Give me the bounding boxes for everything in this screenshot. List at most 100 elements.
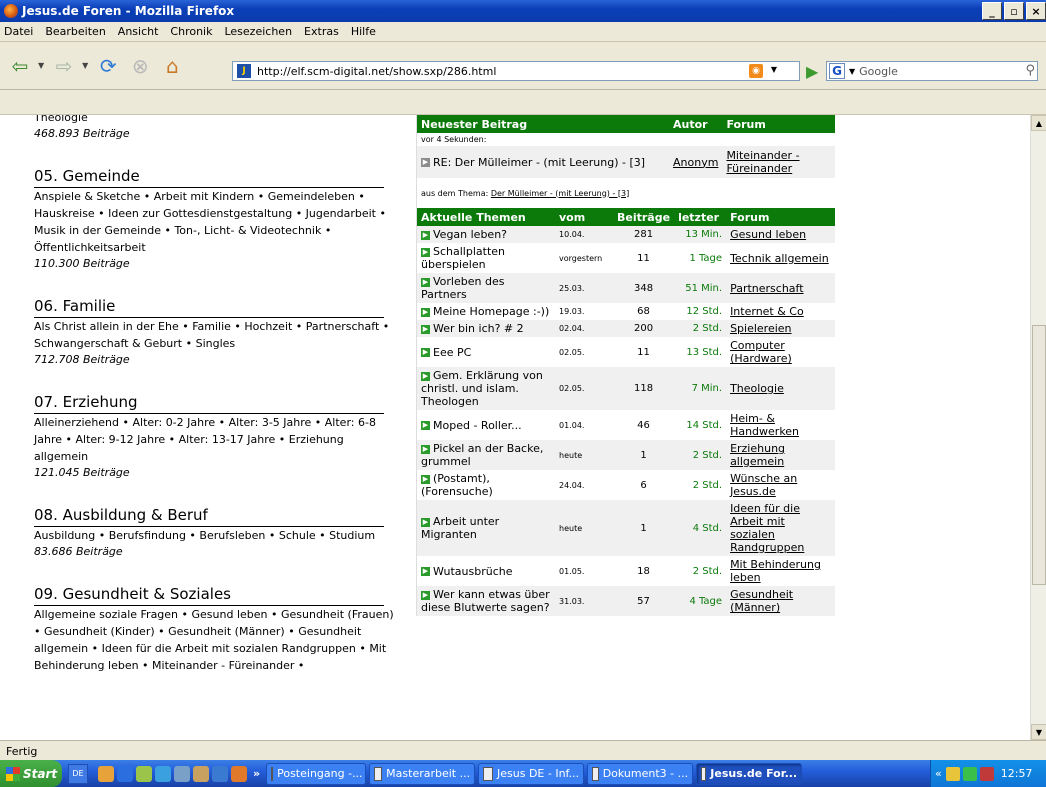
maximize-button[interactable]: ▫ bbox=[1004, 2, 1024, 20]
topic-forum[interactable]: Partnerschaft bbox=[726, 273, 835, 303]
vertical-scrollbar[interactable]: ▲ ▼ bbox=[1030, 115, 1046, 740]
url-dropdown-icon[interactable]: ▼ bbox=[771, 65, 777, 74]
table-row[interactable]: ▶ Vegan leben? 10.04. 281 13 Min. Gesund lebe… bbox=[417, 226, 835, 243]
category-title[interactable]: 08. Ausbildung & Beruf bbox=[34, 506, 384, 527]
start-button[interactable]: Start bbox=[0, 760, 62, 787]
topic-forum[interactable]: Gesund leben bbox=[726, 226, 835, 243]
newest-post-author[interactable]: Anonym bbox=[669, 146, 723, 178]
search-bar[interactable]: G ▼ Google ⚲ bbox=[826, 61, 1038, 81]
back-arrow-icon[interactable]: ⇦ bbox=[6, 52, 34, 80]
quicklaunch-app-icon[interactable] bbox=[136, 765, 152, 782]
newest-post-title[interactable]: RE: Der Mülleimer - (mit Leerung) - [3] bbox=[433, 156, 645, 169]
menu-extras[interactable]: Extras bbox=[304, 25, 339, 38]
taskbar-item-outlook[interactable]: Posteingang -... bbox=[266, 762, 367, 785]
scroll-thumb[interactable] bbox=[1032, 325, 1046, 585]
taskbar-item-word-1[interactable]: Masterarbeit ... bbox=[369, 762, 476, 785]
quicklaunch-app-icon[interactable] bbox=[117, 765, 133, 782]
table-row[interactable]: ▶ Pickel an der Backe, grummel heute 1 2 Std… bbox=[417, 440, 835, 470]
tray-security-icon[interactable] bbox=[979, 766, 994, 781]
stop-icon[interactable]: ⊗ bbox=[126, 52, 154, 80]
category-subforums[interactable]: Ausbildung • Berufsfindung • Berufsleben… bbox=[34, 527, 394, 544]
scroll-up-icon[interactable]: ▲ bbox=[1031, 115, 1046, 131]
topic-title[interactable]: Wer kann etwas über diese Blutwerte sage… bbox=[421, 588, 550, 614]
category-title[interactable]: 05. Gemeinde bbox=[34, 167, 384, 188]
topic-forum[interactable]: Technik allgemein bbox=[726, 243, 835, 273]
table-row[interactable]: ▶ Eee PC 02.05. 11 13 Std. Computer (Hardware… bbox=[417, 337, 835, 367]
tray-expand-icon[interactable]: « bbox=[935, 767, 942, 780]
home-icon[interactable]: ⌂ bbox=[158, 52, 186, 80]
quicklaunch-ie-icon[interactable] bbox=[212, 765, 228, 782]
category-title[interactable]: 09. Gesundheit & Soziales bbox=[34, 585, 384, 606]
topic-forum[interactable]: Theologie bbox=[726, 367, 835, 410]
table-row[interactable]: ▶ Arbeit unter Migranten heute 1 4 Std. Ideen… bbox=[417, 500, 835, 556]
quicklaunch-firefox-icon[interactable] bbox=[231, 765, 247, 782]
topic-title[interactable]: Wutausbrüche bbox=[433, 565, 512, 578]
rss-feed-icon[interactable]: ◉ bbox=[749, 64, 763, 78]
table-row[interactable]: ▶ Moped - Roller... 01.04. 46 14 Std. Heim- &… bbox=[417, 410, 835, 440]
topic-forum[interactable]: Heim- & Handwerken bbox=[726, 410, 835, 440]
topic-title[interactable]: Moped - Roller... bbox=[433, 419, 522, 432]
topic-forum[interactable]: Mit Behinderung leben bbox=[726, 556, 835, 586]
topic-title[interactable]: Vorleben des Partners bbox=[421, 275, 504, 301]
category-title[interactable]: 06. Familie bbox=[34, 297, 384, 318]
quicklaunch-app-icon[interactable] bbox=[174, 765, 190, 782]
category-subforums[interactable]: Anspiele & Sketche • Arbeit mit Kindern … bbox=[34, 188, 394, 256]
forward-arrow-icon[interactable]: ⇨ bbox=[50, 52, 78, 80]
topic-title[interactable]: Arbeit unter Migranten bbox=[421, 515, 499, 541]
google-engine-icon[interactable]: G bbox=[829, 63, 845, 79]
taskbar-item-word-3[interactable]: Dokument3 - ... bbox=[587, 762, 694, 785]
topic-forum[interactable]: Computer (Hardware) bbox=[726, 337, 835, 367]
table-row[interactable]: ▶ Schallplatten überspielen vorgestern 11 1 … bbox=[417, 243, 835, 273]
topic-cell[interactable]: ▶ Meine Homepage :-)) bbox=[417, 303, 555, 320]
topic-cell[interactable]: ▶ Schallplatten überspielen bbox=[417, 243, 555, 273]
topic-cell[interactable]: ▶ Moped - Roller... bbox=[417, 410, 555, 440]
topic-cell[interactable]: ▶ Vorleben des Partners bbox=[417, 273, 555, 303]
category-subforums[interactable]: Alleinerziehend • Alter: 0-2 Jahre • Alt… bbox=[34, 414, 394, 465]
search-magnifier-icon[interactable]: ⚲ bbox=[1025, 63, 1035, 78]
close-button[interactable]: × bbox=[1026, 2, 1046, 20]
menu-bearbeiten[interactable]: Bearbeiten bbox=[45, 25, 105, 38]
taskbar-item-word-2[interactable]: Jesus DE - Inf... bbox=[478, 762, 585, 785]
forward-history-dropdown-icon[interactable]: ▼ bbox=[82, 61, 88, 70]
minimize-button[interactable]: _ bbox=[982, 2, 1002, 20]
reload-icon[interactable]: ⟳ bbox=[94, 52, 122, 80]
scroll-down-icon[interactable]: ▼ bbox=[1031, 724, 1046, 740]
topic-cell[interactable]: ▶ (Postamt), (Forensuche) bbox=[417, 470, 555, 500]
topic-cell[interactable]: ▶ Pickel an der Backe, grummel bbox=[417, 440, 555, 470]
search-engine-dropdown-icon[interactable]: ▼ bbox=[849, 67, 855, 76]
table-row[interactable]: ▶ Wer bin ich? # 2 02.04. 200 2 Std. Spielere… bbox=[417, 320, 835, 337]
topic-forum[interactable]: Gesundheit (Männer) bbox=[726, 586, 835, 616]
topic-title[interactable]: Schallplatten überspielen bbox=[421, 245, 505, 271]
quicklaunch-overflow-icon[interactable]: » bbox=[253, 767, 260, 780]
topic-cell[interactable]: ▶ Eee PC bbox=[417, 337, 555, 367]
url-bar[interactable]: J http://elf.scm-digital.net/show.sxp/28… bbox=[232, 61, 800, 81]
topic-cell[interactable]: ▶ Wutausbrüche bbox=[417, 556, 555, 586]
table-row[interactable]: ▶ Gem. Erklärung von christl. und islam. … bbox=[417, 367, 835, 410]
topic-cell[interactable]: ▶ Wer bin ich? # 2 bbox=[417, 320, 555, 337]
topic-forum[interactable]: Wünsche an Jesus.de bbox=[726, 470, 835, 500]
topic-cell[interactable]: ▶ Vegan leben? bbox=[417, 226, 555, 243]
newest-post-forum[interactable]: Miteinander - Füreinander bbox=[722, 146, 835, 178]
menu-ansicht[interactable]: Ansicht bbox=[118, 25, 159, 38]
topic-title[interactable]: Eee PC bbox=[433, 346, 471, 359]
topic-cell[interactable]: ▶ Gem. Erklärung von christl. und islam. … bbox=[417, 367, 555, 410]
go-arrow-icon[interactable]: ▶ bbox=[806, 62, 818, 81]
tray-app-icon[interactable] bbox=[945, 766, 960, 781]
table-row[interactable]: ▶ Wutausbrüche 01.05. 18 2 Std. Mit Behinderu… bbox=[417, 556, 835, 586]
language-indicator[interactable]: DE bbox=[68, 763, 88, 784]
menu-lesezeichen[interactable]: Lesezeichen bbox=[224, 25, 292, 38]
menu-hilfe[interactable]: Hilfe bbox=[351, 25, 376, 38]
category-subforums[interactable]: Allgemeine soziale Fragen • Gesund leben… bbox=[34, 606, 394, 674]
topic-forum[interactable]: Internet & Co bbox=[726, 303, 835, 320]
tray-network-icon[interactable] bbox=[962, 766, 977, 781]
table-row[interactable]: ▶ (Postamt), (Forensuche) 24.04. 6 2 Std. Wün… bbox=[417, 470, 835, 500]
topic-title[interactable]: Meine Homepage :-)) bbox=[433, 305, 549, 318]
topic-title[interactable]: Vegan leben? bbox=[433, 228, 507, 241]
table-row[interactable]: ▶ Vorleben des Partners 25.03. 348 51 Min. Pa… bbox=[417, 273, 835, 303]
topic-cell[interactable]: ▶ Wer kann etwas über diese Blutwerte sag… bbox=[417, 586, 555, 616]
topic-title[interactable]: Gem. Erklärung von christl. und islam. T… bbox=[421, 369, 543, 408]
table-row[interactable]: ▶ Wer kann etwas über diese Blutwerte sag… bbox=[417, 586, 835, 616]
topic-title[interactable]: Pickel an der Backe, grummel bbox=[421, 442, 543, 468]
quicklaunch-app-icon[interactable] bbox=[155, 765, 171, 782]
menu-chronik[interactable]: Chronik bbox=[170, 25, 212, 38]
